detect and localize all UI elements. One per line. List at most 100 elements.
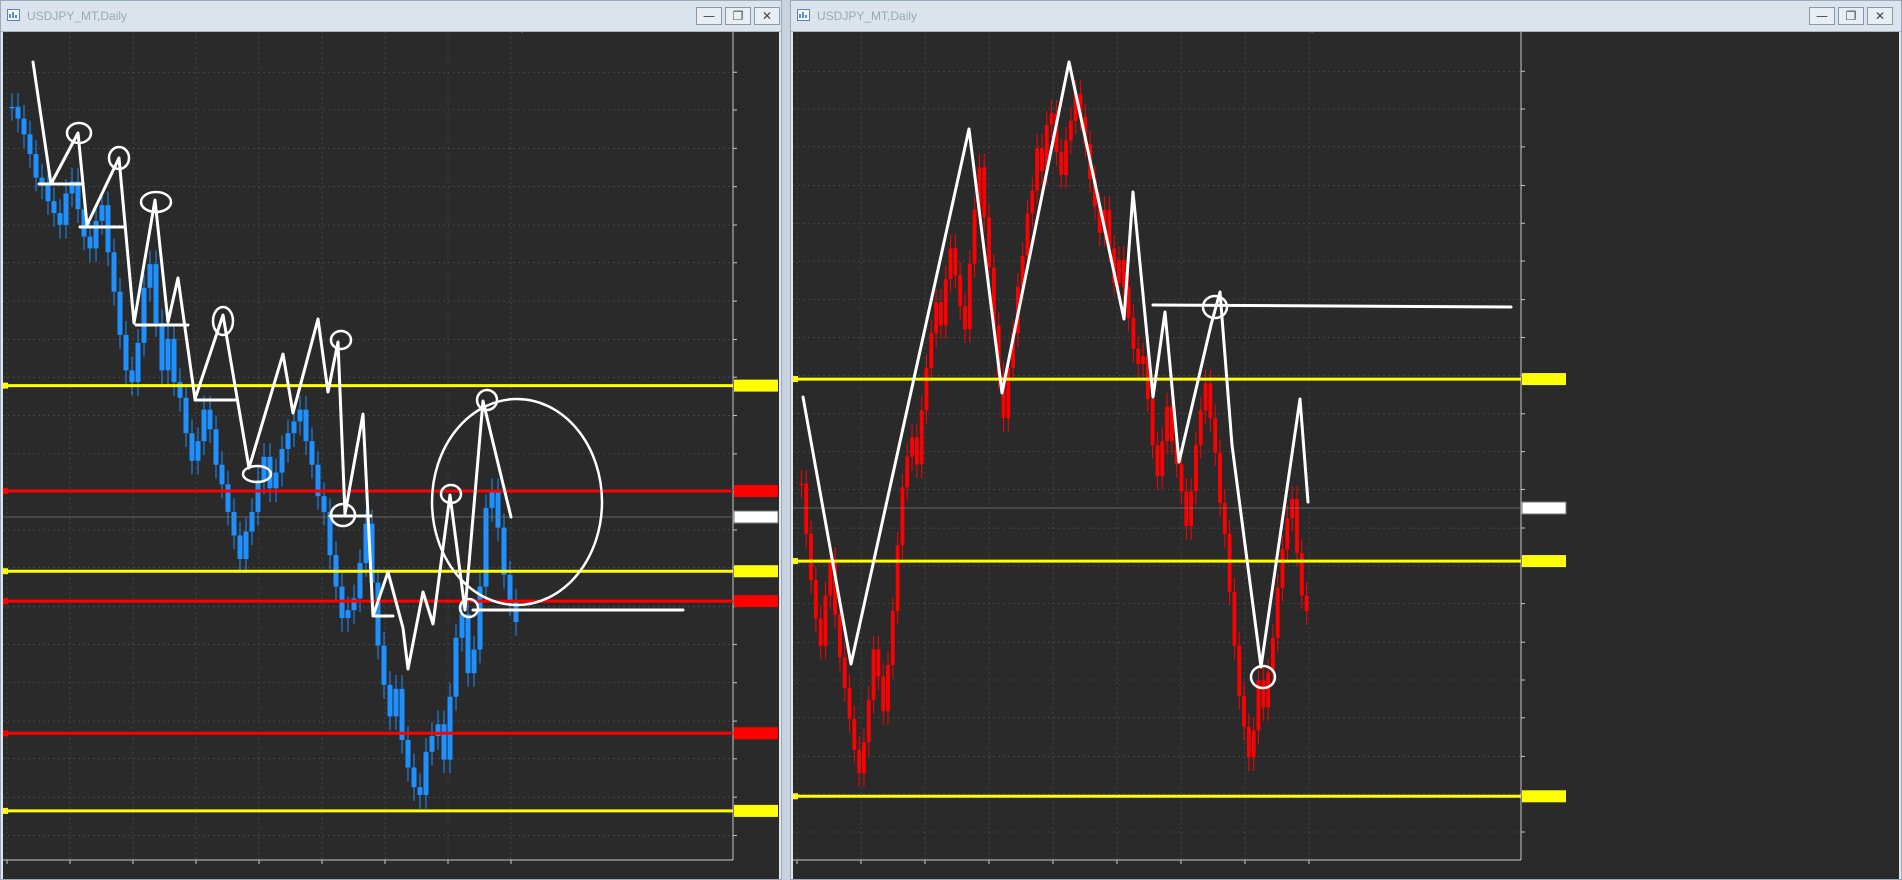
window-titlebar[interactable]: USDJPY_MT,Daily — ❐ ✕ <box>791 1 1901 32</box>
price-candle <box>99 205 105 221</box>
price-candle <box>405 739 411 768</box>
minimize-button[interactable]: — <box>696 7 722 25</box>
level-anchor-handle <box>3 730 8 737</box>
price-candle <box>237 535 243 560</box>
price-candle <box>255 480 261 512</box>
restore-icon: ❐ <box>732 9 744 23</box>
price-candle <box>21 118 27 135</box>
price-candle <box>799 483 804 486</box>
price-candle <box>453 637 459 697</box>
price-candle <box>441 724 447 760</box>
price-candle <box>1025 213 1030 257</box>
level-price-tag <box>734 727 778 740</box>
price-candle <box>357 563 363 599</box>
minimize-icon: — <box>1816 9 1828 23</box>
price-candle <box>1299 553 1304 596</box>
price-candle <box>159 323 165 371</box>
restore-button[interactable]: ❐ <box>725 7 751 25</box>
price-candle <box>958 275 963 307</box>
price-candle <box>972 209 977 264</box>
level-anchor-handle <box>3 488 8 495</box>
price-candle <box>201 409 207 442</box>
scroll-marker-icon <box>521 32 523 33</box>
price-candle <box>123 334 129 371</box>
price-candle <box>285 433 291 449</box>
price-candle <box>219 464 225 485</box>
chart-window-left[interactable]: USDJPY_MT,Daily — ❐ ✕ <box>0 0 782 880</box>
price-candle <box>1049 113 1054 125</box>
price-candle <box>948 248 953 280</box>
price-candle <box>1136 348 1141 365</box>
level-price-tag <box>734 565 778 578</box>
price-candle <box>387 684 393 717</box>
price-candle <box>279 448 285 473</box>
price-candle <box>987 217 991 268</box>
price-candle <box>1222 502 1227 534</box>
current-price-tag <box>733 510 779 524</box>
price-candle <box>1035 148 1040 191</box>
price-candle <box>489 492 495 508</box>
price-candle <box>1141 356 1145 365</box>
price-chart[interactable] <box>793 32 1899 879</box>
price-candle <box>321 496 327 512</box>
price-candle <box>57 213 63 225</box>
price-candle <box>459 614 465 638</box>
price-candle <box>1213 418 1218 453</box>
window-titlebar[interactable]: USDJPY_MT,Daily — ❐ ✕ <box>1 1 781 32</box>
price-candle <box>967 263 972 330</box>
price-candle <box>189 433 195 461</box>
price-candle <box>447 696 453 760</box>
restore-button[interactable]: ❐ <box>1838 7 1864 25</box>
chart-plot-area[interactable] <box>3 32 779 879</box>
price-candle <box>291 421 297 434</box>
price-candle <box>890 610 895 665</box>
price-candle <box>303 409 309 442</box>
price-candle <box>393 688 399 717</box>
drawn-circle-marker <box>329 329 353 351</box>
price-candle <box>117 291 123 335</box>
level-price-tag <box>1522 373 1566 386</box>
price-candle <box>51 201 57 214</box>
minimize-button[interactable]: — <box>1809 7 1835 25</box>
drawn-circle-marker <box>241 464 273 484</box>
price-candle <box>111 252 117 292</box>
price-candle <box>929 333 934 368</box>
price-candle <box>963 306 967 330</box>
price-candle <box>411 767 417 788</box>
price-candle <box>1068 121 1073 141</box>
close-icon: ✕ <box>1874 9 1886 23</box>
price-candle <box>141 287 147 343</box>
price-candle <box>1059 151 1064 176</box>
price-candle <box>818 618 823 646</box>
price-candle <box>1208 383 1213 419</box>
price-candle <box>87 236 93 249</box>
price-candle <box>105 205 111 253</box>
price-candle <box>33 154 39 178</box>
price-candle <box>1275 587 1280 638</box>
price-candle <box>507 574 513 603</box>
current-price-tag <box>1521 501 1567 515</box>
price-candle <box>804 483 809 534</box>
price-candle <box>857 749 862 773</box>
price-candle <box>183 397 189 434</box>
chart-window-right[interactable]: USDJPY_MT,Daily — ❐ ✕ <box>790 0 1902 880</box>
price-candle <box>1304 595 1309 611</box>
price-candle <box>1203 383 1208 411</box>
price-candle <box>501 527 507 575</box>
price-candle <box>1246 726 1251 758</box>
close-button[interactable]: ✕ <box>1867 7 1893 25</box>
price-candle <box>1285 518 1290 550</box>
price-candle <box>1237 645 1242 696</box>
level-price-tag <box>734 379 778 392</box>
price-candle <box>1150 398 1155 446</box>
price-candle <box>862 742 866 773</box>
price-candle <box>1280 549 1285 588</box>
price-candle <box>1290 499 1295 519</box>
price-candle <box>129 370 135 383</box>
close-button[interactable]: ✕ <box>754 7 780 25</box>
price-candle <box>423 751 429 796</box>
chart-plot-area[interactable] <box>793 32 1899 879</box>
price-chart[interactable] <box>3 32 779 879</box>
level-anchor-handle <box>3 598 8 605</box>
price-candle <box>1251 730 1256 758</box>
